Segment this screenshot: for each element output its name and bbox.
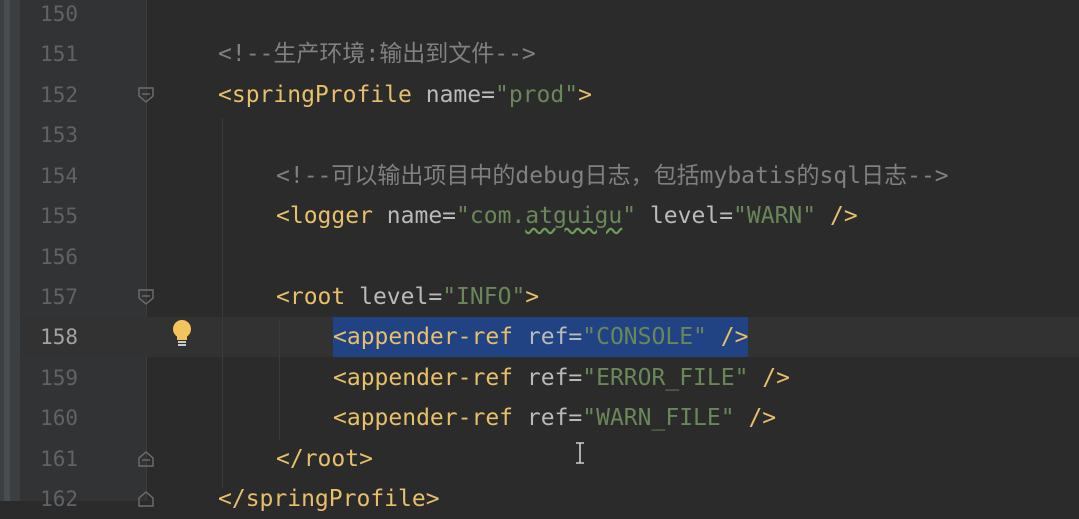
code-text: <logger name="com.atguigu" level="WARN" …: [276, 203, 858, 229]
lightbulb-icon[interactable]: [170, 318, 194, 348]
code-line-153[interactable]: 153: [0, 115, 1079, 155]
fold-end-marker-icon[interactable]: [137, 450, 155, 468]
line-number: 155: [40, 204, 78, 228]
code-line-151[interactable]: 151 <!--生产环境:输出到文件-->: [0, 34, 1079, 74]
code-text: <springProfile name="prod">: [218, 82, 592, 108]
xml-comment: <!--生产环境:输出到文件-->: [218, 41, 536, 67]
line-number: 156: [40, 245, 78, 269]
fold-marker-icon[interactable]: [137, 86, 155, 104]
line-number: 158: [40, 325, 78, 349]
code-text: </root>: [276, 446, 373, 472]
text-cursor-icon: [576, 442, 584, 464]
line-number: 154: [40, 164, 78, 188]
line-number: 160: [40, 406, 78, 430]
code-line-155[interactable]: 155 <logger name="com.atguigu" level="WA…: [0, 196, 1079, 236]
code-line-160[interactable]: 160 <appender-ref ref="WARN_FILE" />: [0, 398, 1079, 438]
line-number: 153: [40, 123, 78, 147]
fold-end-marker-icon[interactable]: [137, 490, 155, 508]
code-line-154[interactable]: 154 <!--可以输出项目中的debug日志，包括mybatis的sql日志-…: [0, 156, 1079, 196]
spellcheck-squiggle: atguigu: [525, 203, 623, 229]
code-text: <root level="INFO">: [276, 284, 540, 310]
line-number: 151: [40, 42, 78, 66]
line-number: 161: [40, 447, 78, 471]
line-number: 157: [40, 285, 78, 309]
code-line-156[interactable]: 156: [0, 237, 1079, 277]
selected-code-text: <appender-ref ref="CONSOLE" />: [333, 317, 749, 357]
line-number: 150: [40, 2, 78, 26]
code-line-161[interactable]: 161 </root>: [0, 439, 1079, 479]
code-line-152[interactable]: 152 <springProfile name="prod">: [0, 75, 1079, 115]
code-line-158[interactable]: 158 <appender-ref ref="CONSOLE" />: [0, 317, 1079, 357]
code-line-157[interactable]: 157 <root level="INFO">: [0, 277, 1079, 317]
xml-comment: <!--可以输出项目中的debug日志，包括mybatis的sql日志-->: [276, 163, 949, 189]
fold-marker-icon[interactable]: [137, 288, 155, 306]
line-number: 159: [40, 366, 78, 390]
code-line-159[interactable]: 159 <appender-ref ref="ERROR_FILE" />: [0, 358, 1079, 398]
code-text: <appender-ref ref="WARN_FILE" />: [333, 405, 777, 431]
line-number: 162: [40, 487, 78, 511]
line-number: 152: [40, 83, 78, 107]
code-text: <appender-ref ref="ERROR_FILE" />: [333, 365, 790, 391]
code-line-162[interactable]: 162 </springProfile>: [0, 479, 1079, 519]
code-text: </springProfile>: [218, 486, 440, 512]
code-line-150[interactable]: 150: [0, 0, 1079, 34]
